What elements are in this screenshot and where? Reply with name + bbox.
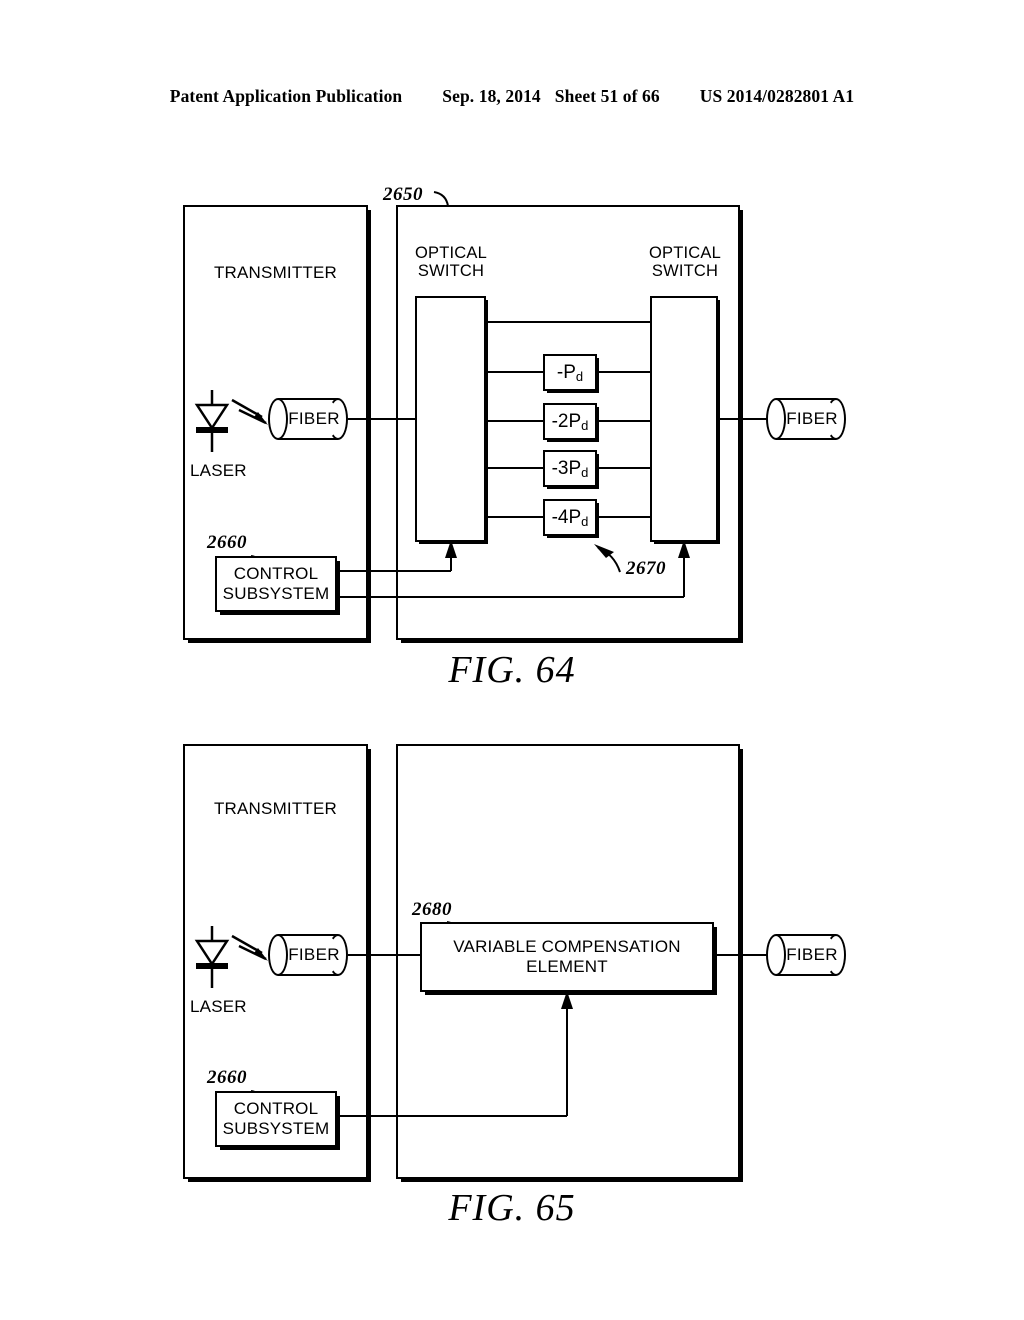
input-fiber-fig65: FIBER bbox=[268, 934, 348, 976]
control-subsystem-box-fig65[interactable]: CONTROL SUBSYSTEM bbox=[215, 1091, 337, 1147]
fig-caption-65: FIG. 65 bbox=[448, 1187, 576, 1229]
control-subsystem-label-fig65: CONTROL SUBSYSTEM bbox=[222, 1099, 330, 1138]
ref-2680: 2680 bbox=[412, 899, 452, 920]
ref-2660-fig65: 2660 bbox=[207, 1067, 247, 1088]
fig65-vector-layer bbox=[194, 921, 775, 1117]
output-fiber-fig65: FIBER bbox=[766, 934, 846, 976]
output-fiber-label-fig65: FIBER bbox=[786, 945, 838, 964]
laser-label-fig65: LASER bbox=[190, 997, 247, 1016]
variable-compensation-element-label: VARIABLE COMPENSATION ELEMENT bbox=[453, 937, 681, 976]
input-fiber-label-fig65: FIBER bbox=[288, 945, 340, 964]
variable-compensation-element[interactable]: VARIABLE COMPENSATION ELEMENT bbox=[420, 922, 714, 992]
